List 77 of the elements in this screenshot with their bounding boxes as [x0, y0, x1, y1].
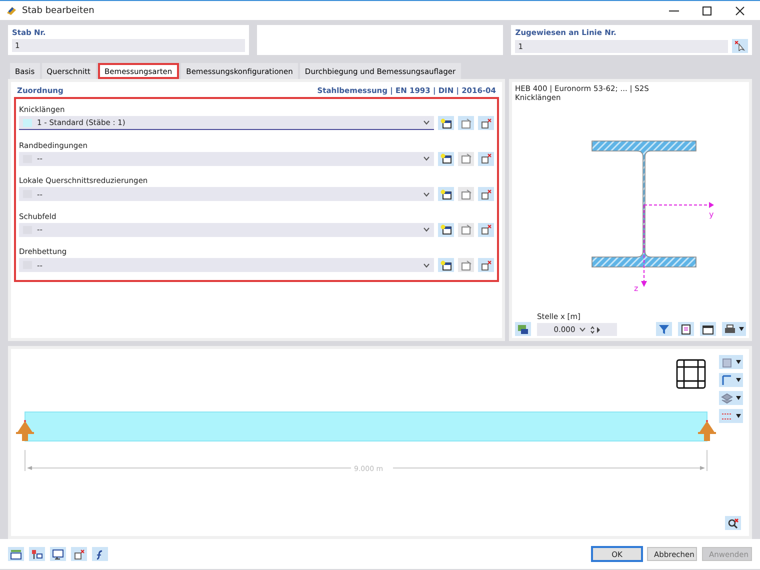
view-button[interactable]: [678, 322, 694, 336]
print-icon: [724, 324, 736, 334]
new-item-icon: [440, 118, 452, 129]
table-icon: [31, 548, 43, 560]
caret-icon: [736, 378, 741, 382]
caret-icon: [736, 396, 741, 400]
edit-item-icon: [460, 224, 472, 236]
edit-item-icon: [460, 188, 472, 200]
section-view-button[interactable]: [515, 322, 531, 336]
window-icon: [702, 324, 714, 334]
delete-item-icon: [73, 548, 85, 560]
delete-button[interactable]: [478, 116, 494, 130]
zoom-reset-button[interactable]: [725, 516, 741, 530]
new-button[interactable]: [438, 258, 454, 272]
new-button[interactable]: [438, 222, 454, 237]
y-axis-arrow: [643, 202, 714, 208]
dropdown-icon[interactable]: [423, 156, 430, 162]
view-option-button[interactable]: [719, 373, 743, 387]
number-icon: [10, 548, 22, 560]
delete-button[interactable]: [478, 258, 494, 272]
window-title: Stab bearbeiten: [22, 6, 96, 16]
delete-item-icon: [480, 260, 492, 271]
dropdown-icon[interactable]: [423, 227, 430, 232]
new-item-icon: [440, 260, 452, 271]
view-cube-icon: [676, 359, 706, 389]
window-button[interactable]: [700, 322, 716, 336]
edit-item-icon: [460, 118, 472, 129]
delete-button[interactable]: [478, 222, 494, 237]
caret-icon: [739, 327, 744, 331]
screen-icon: [52, 548, 64, 560]
delete-item-icon: [480, 224, 492, 236]
ruler-icon: [721, 410, 733, 422]
help-button[interactable]: [50, 547, 66, 561]
document-icon: [680, 324, 692, 334]
delete-button[interactable]: [478, 152, 494, 166]
new-item-icon: [440, 224, 452, 236]
formula-button[interactable]: [92, 547, 108, 561]
magnifier-icon: [727, 518, 739, 528]
layers-icon: [721, 392, 733, 404]
axis-label: z: [634, 284, 638, 291]
new-button[interactable]: [438, 187, 454, 202]
view-option-button[interactable]: [719, 391, 743, 405]
view-option-button[interactable]: [719, 409, 743, 423]
spinner-icon[interactable]: [590, 326, 600, 334]
dropdown-icon[interactable]: [423, 120, 430, 126]
dropdown-icon[interactable]: [579, 327, 586, 332]
dropdown-icon[interactable]: [423, 262, 430, 268]
delete-item-icon: [480, 188, 492, 200]
new-button[interactable]: [438, 152, 454, 166]
print-button[interactable]: [722, 322, 746, 336]
maximize-icon[interactable]: [702, 6, 712, 16]
new-item-icon: [440, 188, 452, 200]
table-button[interactable]: [29, 547, 45, 561]
axis-label: y: [708, 210, 714, 219]
section-view-icon: [517, 324, 529, 334]
new-button[interactable]: [438, 116, 454, 130]
support-icon: [16, 420, 34, 441]
dropdown-icon[interactable]: [423, 192, 430, 197]
delete-button[interactable]: [478, 187, 494, 202]
caret-icon: [736, 360, 741, 364]
filter-button[interactable]: [656, 322, 672, 336]
close-icon[interactable]: [735, 6, 745, 16]
units-button[interactable]: [8, 547, 24, 561]
new-item-icon: [440, 153, 452, 164]
delete-button[interactable]: [71, 547, 87, 561]
app-icon: [6, 5, 17, 16]
edit-item-icon: [460, 153, 472, 164]
delete-item-icon: [480, 118, 492, 129]
edit-item-icon: [460, 260, 472, 271]
delete-item-icon: [480, 153, 492, 164]
view-option-button[interactable]: [719, 355, 743, 369]
caret-icon: [736, 414, 741, 418]
support-icon: [698, 420, 716, 441]
filter-icon: [658, 324, 670, 334]
cube-icon: [721, 356, 733, 368]
pick-button[interactable]: [732, 39, 748, 53]
axes-icon: [721, 374, 733, 386]
